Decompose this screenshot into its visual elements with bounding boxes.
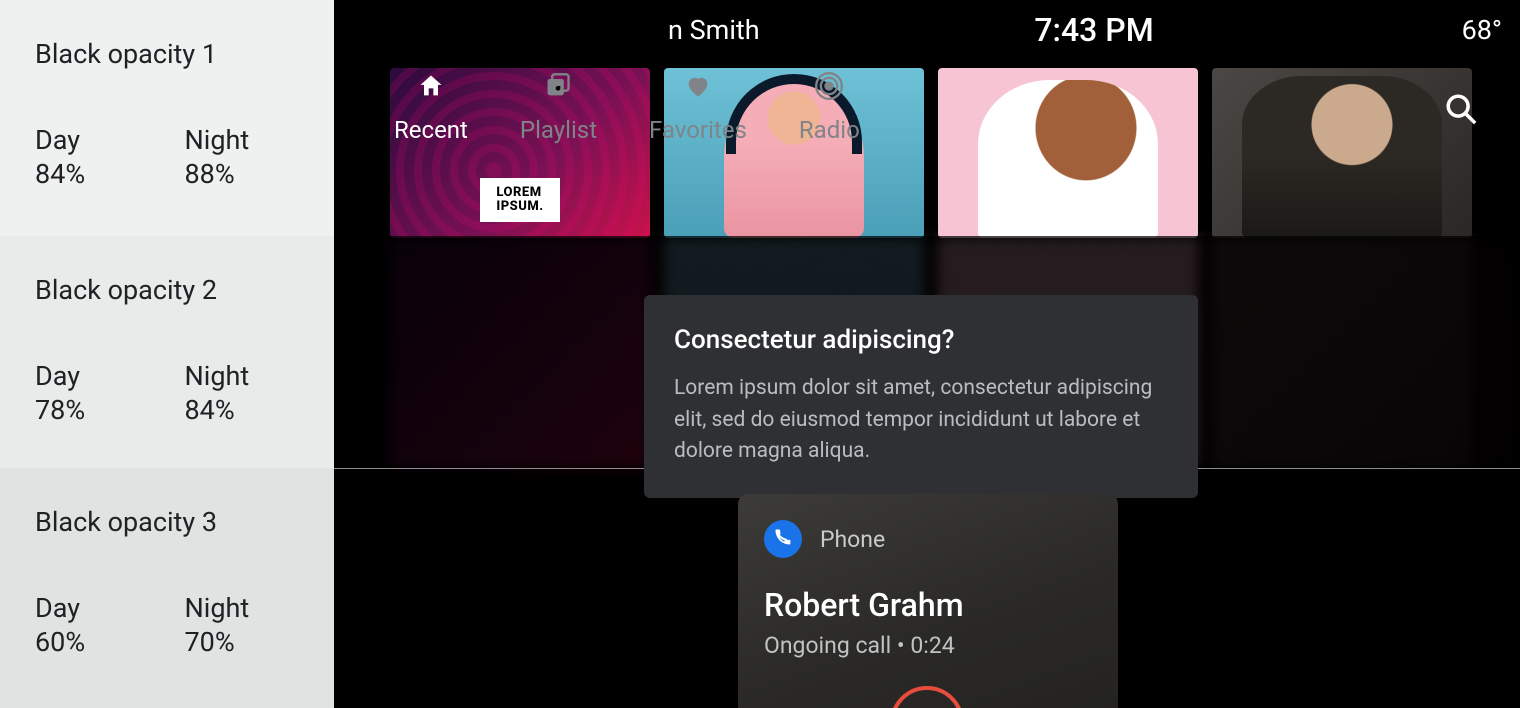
status-bar: n Smith 7:43 PM 68° <box>668 0 1520 60</box>
dialog-title: Consectetur adipiscing? <box>674 325 1168 355</box>
user-name-partial: n Smith <box>668 14 760 46</box>
home-icon <box>417 72 445 106</box>
search-icon <box>1444 111 1478 130</box>
night-label: Night <box>185 592 335 624</box>
night-value: 88% <box>185 158 335 190</box>
opacity-title: Black opacity 2 <box>35 274 334 306</box>
main-canvas: n Smith 7:43 PM 68° Recent Playlist Favo… <box>334 0 1520 708</box>
phone-app-icon <box>764 520 802 558</box>
tab-radio[interactable]: Radio <box>799 72 860 144</box>
day-label: Day <box>35 124 185 156</box>
info-dialog[interactable]: Consectetur adipiscing? Lorem ipsum dolo… <box>644 295 1198 498</box>
opacity-row-3: Black opacity 3 Day 60% Night 70% <box>0 468 334 708</box>
clock: 7:43 PM <box>1034 11 1153 49</box>
caller-name: Robert Grahm <box>764 586 1092 624</box>
opacity-row-2: Black opacity 2 Day 78% Night 84% <box>0 236 334 468</box>
tab-label: Playlist <box>520 116 597 144</box>
phone-app-label: Phone <box>820 526 885 553</box>
radio-icon <box>815 72 843 106</box>
opacity-title: Black opacity 3 <box>35 506 334 538</box>
heart-icon <box>684 72 712 106</box>
media-card-pink[interactable] <box>938 68 1198 238</box>
night-label: Night <box>185 360 335 392</box>
night-label: Night <box>185 124 335 156</box>
day-label: Day <box>35 360 185 392</box>
temperature: 68° <box>1462 14 1502 46</box>
day-label: Day <box>35 592 185 624</box>
opacity-spec-sidebar: Black opacity 1 Day 84% Night 88% Black … <box>0 0 334 708</box>
playlist-icon <box>544 72 572 106</box>
tab-label: Radio <box>799 116 860 144</box>
tab-recent[interactable]: Recent <box>394 72 468 144</box>
hangup-button[interactable] <box>890 686 964 708</box>
lorem-badge: LOREM IPSUM. <box>480 178 560 222</box>
opacity-row-1: Black opacity 1 Day 84% Night 88% <box>0 0 334 236</box>
tab-label: Recent <box>394 116 468 144</box>
day-value: 84% <box>35 158 185 190</box>
tab-playlist[interactable]: Playlist <box>520 72 597 144</box>
ongoing-call-card[interactable]: Phone Robert Grahm Ongoing call • 0:24 <box>738 494 1118 708</box>
tab-label: Favorites <box>649 116 747 144</box>
media-card-grey[interactable] <box>1212 68 1472 238</box>
day-value: 60% <box>35 626 185 658</box>
tab-favorites[interactable]: Favorites <box>649 72 747 144</box>
call-status: Ongoing call • 0:24 <box>764 632 1092 659</box>
phone-icon <box>773 527 793 551</box>
search-button[interactable] <box>1444 92 1478 130</box>
day-value: 78% <box>35 394 185 426</box>
night-value: 70% <box>185 626 335 658</box>
opacity-title: Black opacity 1 <box>35 38 334 70</box>
dialog-body: Lorem ipsum dolor sit amet, consectetur … <box>674 373 1168 468</box>
media-tabs: Recent Playlist Favorites Radio <box>394 72 860 144</box>
night-value: 84% <box>185 394 335 426</box>
